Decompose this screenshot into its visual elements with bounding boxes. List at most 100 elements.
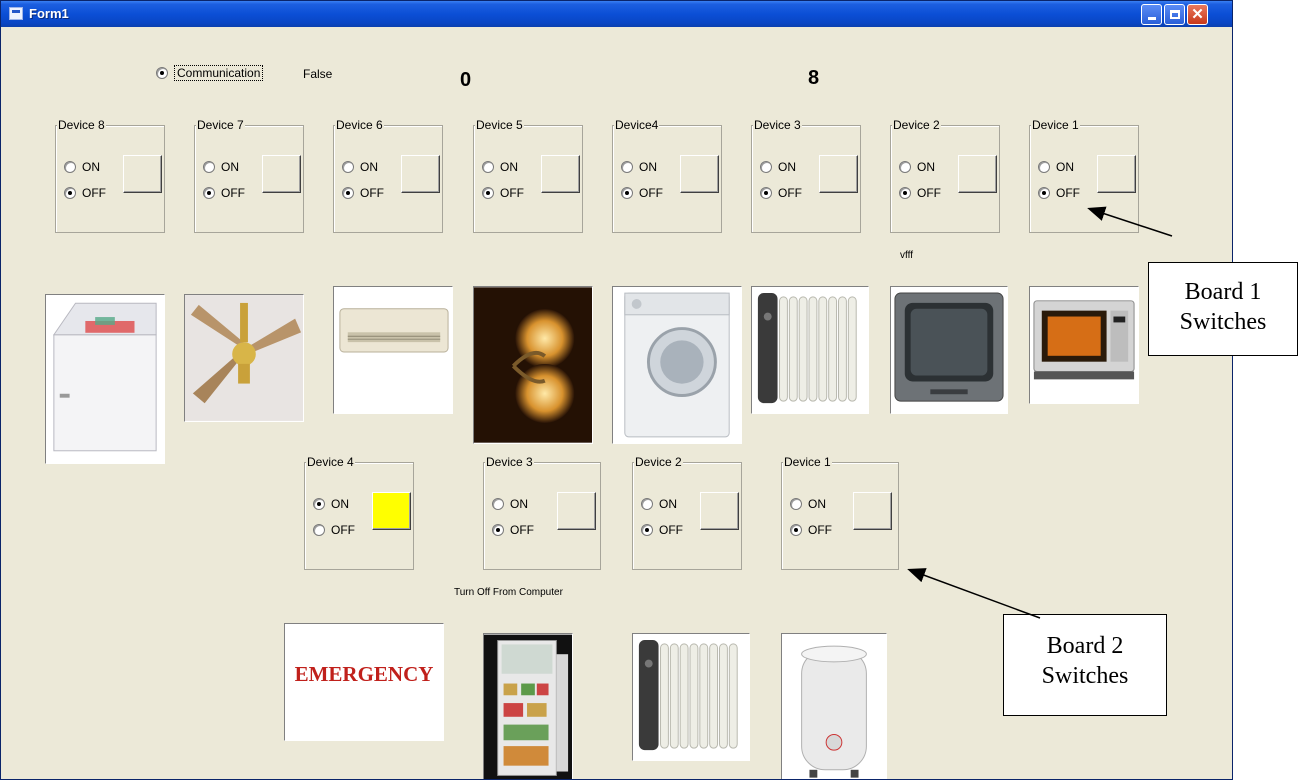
radio-dot[interactable] bbox=[342, 161, 354, 173]
board2-callout-line2: Switches bbox=[1041, 663, 1129, 689]
device-indicator-button[interactable] bbox=[819, 155, 858, 193]
radio-on[interactable]: ON bbox=[899, 160, 935, 174]
radio-dot[interactable] bbox=[492, 498, 504, 510]
communication-radio[interactable]: Communication bbox=[156, 65, 264, 81]
radio-dot[interactable] bbox=[64, 161, 76, 173]
device-indicator-button[interactable] bbox=[958, 155, 997, 193]
radio-on[interactable]: ON bbox=[790, 497, 826, 511]
radio-off[interactable]: OFF bbox=[641, 523, 683, 537]
device-caption: Device 4 bbox=[306, 455, 355, 469]
radio-on[interactable]: ON bbox=[492, 497, 528, 511]
radio-off[interactable]: OFF bbox=[1038, 186, 1080, 200]
device-indicator-button[interactable] bbox=[557, 492, 596, 530]
radio-off-label: OFF bbox=[500, 186, 524, 200]
radio-on[interactable]: ON bbox=[203, 160, 239, 174]
radio-dot[interactable] bbox=[203, 161, 215, 173]
radio-on-label: ON bbox=[360, 160, 378, 174]
close-icon: ✕ bbox=[1191, 6, 1204, 23]
board1-callout-line2: Switches bbox=[1179, 309, 1267, 335]
radio-dot[interactable] bbox=[1038, 161, 1050, 173]
device-caption: Device 2 bbox=[892, 118, 941, 132]
radio-dot[interactable] bbox=[64, 187, 76, 199]
radio-off[interactable]: OFF bbox=[492, 523, 534, 537]
radio-off-label: OFF bbox=[82, 186, 106, 200]
ceiling-fan-icon bbox=[184, 294, 304, 422]
radio-dot[interactable] bbox=[760, 161, 772, 173]
device-indicator-button[interactable] bbox=[262, 155, 301, 193]
radio-on-label: ON bbox=[500, 160, 518, 174]
maximize-icon bbox=[1169, 10, 1180, 19]
board2-device-2: Device 2 ON OFF bbox=[632, 455, 742, 570]
radio-dot[interactable] bbox=[621, 161, 633, 173]
radio-dot[interactable] bbox=[641, 498, 653, 510]
title-bar[interactable]: Form1 ✕ bbox=[1, 1, 1232, 27]
radio-off[interactable]: OFF bbox=[760, 186, 802, 200]
board1-device-6: Device 6 ON OFF bbox=[333, 118, 443, 233]
radio-on[interactable]: ON bbox=[1038, 160, 1074, 174]
radio-off[interactable]: OFF bbox=[621, 186, 663, 200]
radio-on[interactable]: ON bbox=[482, 160, 518, 174]
radio-on[interactable]: ON bbox=[313, 497, 349, 511]
radio-dot[interactable] bbox=[790, 498, 802, 510]
minimize-button[interactable] bbox=[1141, 4, 1162, 25]
radio-off[interactable]: OFF bbox=[203, 186, 245, 200]
air-conditioner-icon bbox=[333, 286, 453, 414]
radio-on[interactable]: ON bbox=[760, 160, 796, 174]
device-indicator-button[interactable] bbox=[372, 492, 411, 530]
communication-radio-dot[interactable] bbox=[156, 67, 168, 79]
form-icon[interactable] bbox=[9, 7, 23, 20]
radio-dot[interactable] bbox=[482, 161, 494, 173]
radio-dot[interactable] bbox=[313, 524, 325, 536]
radio-off-label: OFF bbox=[221, 186, 245, 200]
radio-on-label: ON bbox=[778, 160, 796, 174]
radio-dot[interactable] bbox=[482, 187, 494, 199]
microwave-icon bbox=[1029, 286, 1139, 404]
device-caption: Device 2 bbox=[634, 455, 683, 469]
radio-dot[interactable] bbox=[492, 524, 504, 536]
board1-callout-line1: Board 1 bbox=[1184, 279, 1262, 305]
radio-dot[interactable] bbox=[760, 187, 772, 199]
oil-heater-icon bbox=[751, 286, 869, 414]
radio-off[interactable]: OFF bbox=[342, 186, 384, 200]
radio-on[interactable]: ON bbox=[641, 497, 677, 511]
radio-dot[interactable] bbox=[203, 187, 215, 199]
device-indicator-button[interactable] bbox=[700, 492, 739, 530]
radio-on-label: ON bbox=[659, 497, 677, 511]
radio-dot[interactable] bbox=[621, 187, 633, 199]
device-indicator-button[interactable] bbox=[123, 155, 162, 193]
radio-on[interactable]: ON bbox=[64, 160, 100, 174]
radio-off-label: OFF bbox=[808, 523, 832, 537]
radio-off[interactable]: OFF bbox=[64, 186, 106, 200]
board1-device-5: Device 5 ON OFF bbox=[473, 118, 583, 233]
radio-on-label: ON bbox=[1056, 160, 1074, 174]
device-indicator-button[interactable] bbox=[853, 492, 892, 530]
emergency-text: EMERGENCY bbox=[294, 662, 434, 686]
radio-dot[interactable] bbox=[899, 161, 911, 173]
radio-off-label: OFF bbox=[510, 523, 534, 537]
radio-off[interactable]: OFF bbox=[482, 186, 524, 200]
radio-off-label: OFF bbox=[778, 186, 802, 200]
radio-dot[interactable] bbox=[342, 187, 354, 199]
radio-off[interactable]: OFF bbox=[313, 523, 355, 537]
radio-dot[interactable] bbox=[790, 524, 802, 536]
maximize-button[interactable] bbox=[1164, 4, 1185, 25]
radio-dot[interactable] bbox=[313, 498, 325, 510]
board1-device-2: Device 2 ON OFF bbox=[890, 118, 1000, 233]
radio-off[interactable]: OFF bbox=[899, 186, 941, 200]
device-indicator-button[interactable] bbox=[1097, 155, 1136, 193]
radio-dot[interactable] bbox=[899, 187, 911, 199]
close-button[interactable]: ✕ bbox=[1187, 4, 1208, 25]
board1-device-3: Device 3 ON OFF bbox=[751, 118, 861, 233]
radio-dot[interactable] bbox=[1038, 187, 1050, 199]
board1-device-8: Device 8 ON OFF bbox=[55, 118, 165, 233]
radio-dot[interactable] bbox=[641, 524, 653, 536]
device-indicator-button[interactable] bbox=[401, 155, 440, 193]
radio-on-label: ON bbox=[808, 497, 826, 511]
oil-heater-icon-2 bbox=[632, 633, 750, 761]
device-indicator-button[interactable] bbox=[541, 155, 580, 193]
radio-on[interactable]: ON bbox=[342, 160, 378, 174]
device-caption: Device 7 bbox=[196, 118, 245, 132]
radio-off[interactable]: OFF bbox=[790, 523, 832, 537]
radio-on[interactable]: ON bbox=[621, 160, 657, 174]
device-indicator-button[interactable] bbox=[680, 155, 719, 193]
